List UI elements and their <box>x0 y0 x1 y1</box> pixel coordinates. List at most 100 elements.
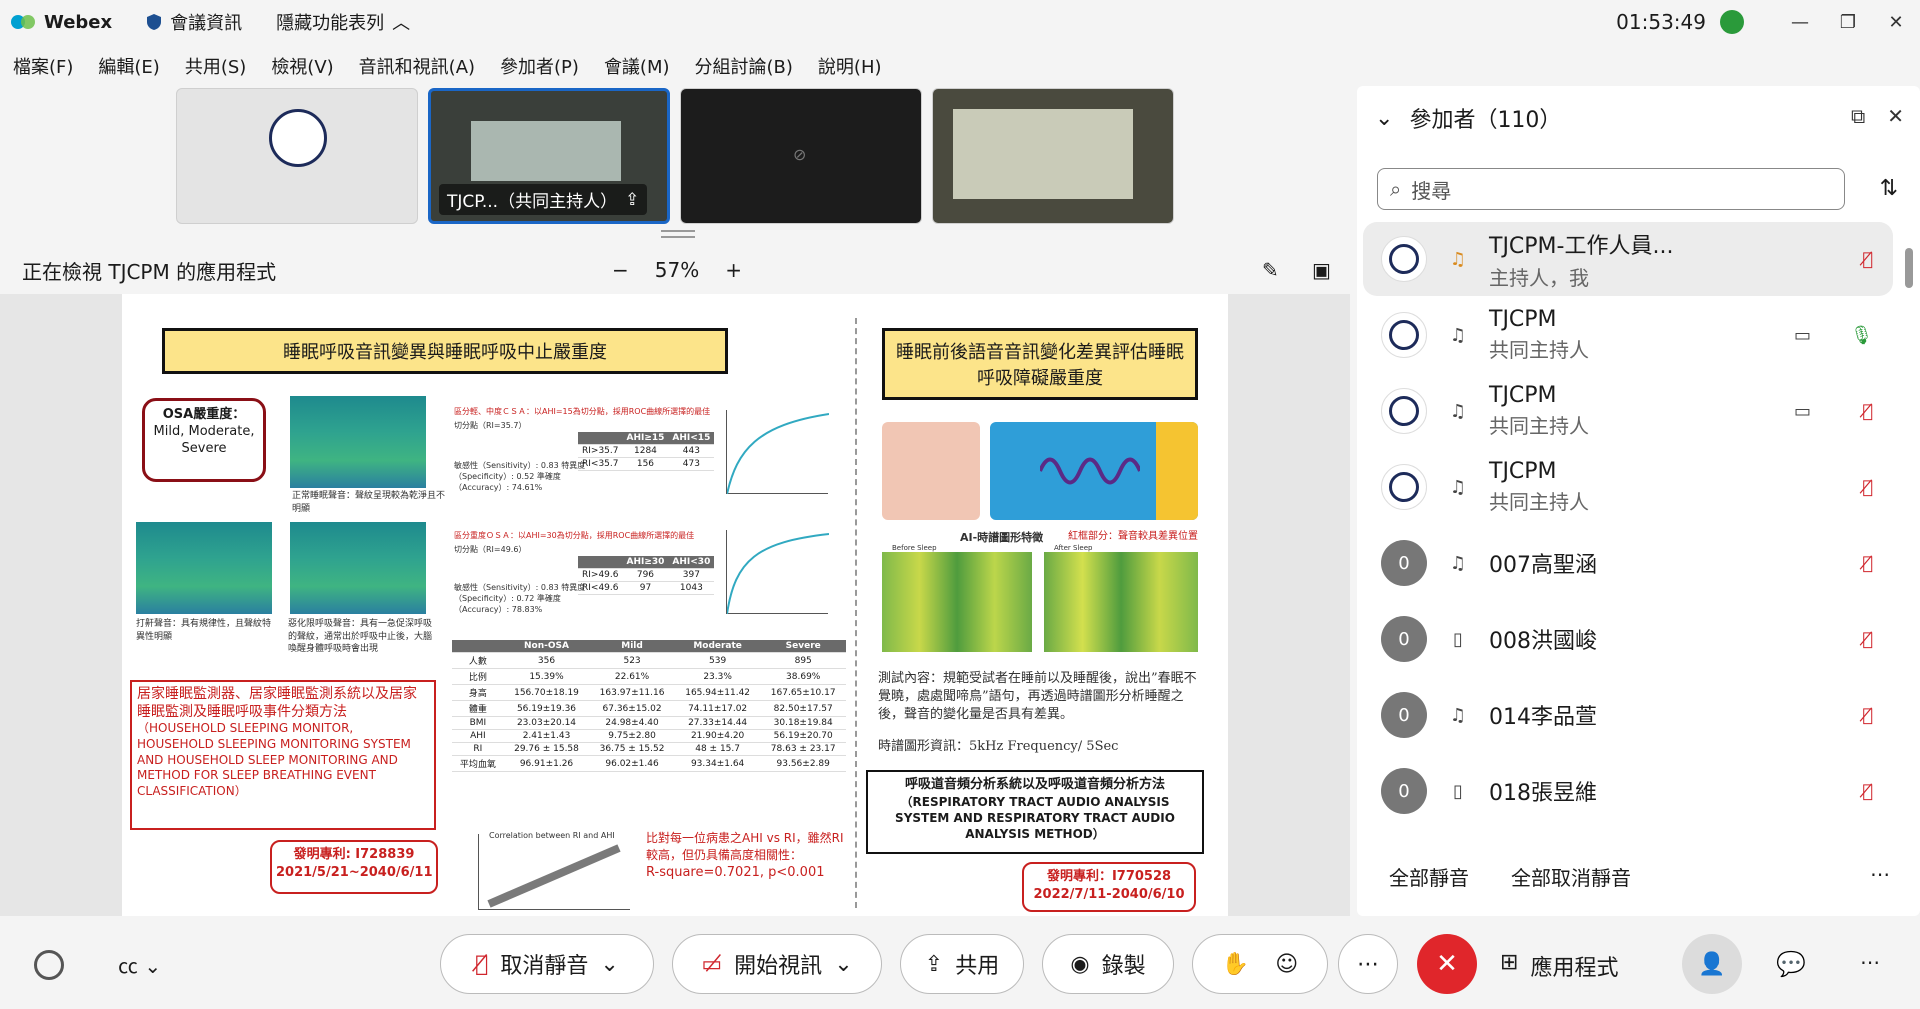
headset-icon: ♫ <box>1449 248 1467 270</box>
minimize-button[interactable]: — <box>1776 0 1824 44</box>
mic-muted-icon[interactable]: 🎙̸ <box>1862 705 1873 726</box>
menu-breakout[interactable]: 分組討論(B) <box>695 53 793 79</box>
patent-2-date: 2022/7/11-2040/6/10 <box>1033 887 1185 903</box>
meeting-info-button[interactable]: 會議資訊 <box>146 9 242 35</box>
menu-file[interactable]: 檔案(F) <box>13 53 73 79</box>
avatar <box>1381 388 1427 434</box>
more-options-icon[interactable]: ⋯ <box>1860 950 1880 974</box>
reaction-icon[interactable]: ☺ <box>1275 952 1298 977</box>
table-cell: 165.94±11.42 <box>674 684 761 701</box>
record-button[interactable]: ◉ 錄製 <box>1042 934 1174 994</box>
menu-share[interactable]: 共用(S) <box>185 53 246 79</box>
maximize-button[interactable]: ❐ <box>1824 0 1872 44</box>
participant-row[interactable]: ♫ TJCPM-工作人員... 主持人，我 🎙̸ <box>1363 222 1893 296</box>
participant-row[interactable]: 0 ♫ 014李品萱 🎙̸ <box>1363 678 1893 752</box>
table-cell: 24.98±4.40 <box>589 716 675 730</box>
participant-role: 共同主持人 <box>1489 338 1589 362</box>
mic-muted-icon[interactable]: 🎙̸ <box>1862 249 1873 270</box>
participant-row[interactable]: ♫ TJCPM 共同主持人 🎙̸ <box>1363 450 1893 524</box>
scroll-thumb[interactable] <box>1905 248 1913 288</box>
phone-icon: ▯ <box>1453 780 1463 802</box>
avatar: 0 <box>1381 616 1427 662</box>
osa-box: OSA嚴重度： Mild, Moderate, Severe <box>142 398 266 482</box>
share-button[interactable]: ⇪ 共用 <box>900 934 1024 994</box>
remote-control-icon[interactable]: ▣ <box>1312 258 1331 282</box>
table-row: RI 29.76 ± 15.58 36.75 ± 15.52 48 ± 15.7 78.… <box>452 742 846 756</box>
mic-muted-icon[interactable]: 🎙̸ <box>1862 781 1873 802</box>
apps-icon: ⊞ <box>1500 950 1519 975</box>
mic-muted-icon[interactable]: 🎙̸ <box>1862 477 1873 498</box>
mic-muted-icon[interactable]: 🎙̸ <box>1862 629 1873 650</box>
video-thumbnail-cohost[interactable]: TJCP...（共同主持人） ⇪ <box>428 88 670 224</box>
table-cell: BMI <box>452 716 504 730</box>
spectro-info: 時譜圖形資訊：5kHz Frequency/ 5Sec <box>878 739 1119 754</box>
start-video-button[interactable]: ▭̸ 開始視訊 ⌄ <box>672 934 882 994</box>
table-cell: 38.69% <box>760 668 846 685</box>
search-input[interactable]: ⌕ 搜尋 <box>1377 168 1845 210</box>
chevron-down-icon[interactable]: ⌄ <box>600 952 618 977</box>
chat-icon[interactable]: 💬 <box>1776 950 1806 978</box>
participant-row[interactable]: 0 ♫ 007高聖涵 🎙̸ <box>1363 526 1893 600</box>
unmute-all-button[interactable]: 全部取消靜音 <box>1511 862 1631 891</box>
video-thumbnail-off[interactable]: ⊘ <box>680 88 922 224</box>
unmute-button[interactable]: 🎙̸ 取消靜音 ⌄ <box>440 934 654 994</box>
table-row: RI<49.6 97 1043 <box>578 581 715 595</box>
table-cell: RI<49.6 <box>578 581 623 595</box>
leave-meeting-button[interactable]: ✕ <box>1417 934 1477 994</box>
close-panel-icon[interactable]: ✕ <box>1887 104 1904 128</box>
collapse-chevron-icon[interactable]: ⌄ <box>1375 106 1393 131</box>
table-row: 身高 156.70±18.19 163.97±11.16 165.94±11.42 16… <box>452 684 846 701</box>
ai-title: AI-時譜圖形特徵 <box>960 531 1044 544</box>
mute-all-button[interactable]: 全部靜音 <box>1389 862 1469 891</box>
invention-cn: 居家睡眠監測器、居家睡眠監測系統以及居家睡眠監測及睡眠呼吸事件分類方法 <box>137 686 417 721</box>
mic-muted-icon[interactable]: 🎙̸ <box>1862 401 1873 422</box>
participant-row[interactable]: 0 ▯ 008洪國峻 🎙̸ <box>1363 602 1893 676</box>
mic-on-icon[interactable]: 🎙 <box>1850 325 1873 346</box>
participants-toggle-button[interactable]: 👤 <box>1682 934 1742 994</box>
captions-icon[interactable]: ㏄ ⌄ <box>118 950 161 979</box>
popout-icon[interactable]: ⧉ <box>1851 104 1865 128</box>
resize-grip[interactable] <box>661 230 695 238</box>
table-cell: 30.18±19.84 <box>760 716 846 730</box>
poster: 睡眠呼吸音訊變異與睡眠呼吸中止嚴重度 睡眠前後語音音訊變化差異評估睡眠呼吸障礙嚴… <box>122 294 1228 916</box>
hide-menu-button[interactable]: 隱藏功能表列 ︿ <box>276 9 410 35</box>
menu-edit[interactable]: 編輯(E) <box>98 53 159 79</box>
video-thumbnail-room[interactable] <box>932 88 1174 224</box>
raise-hand-icon[interactable]: ✋ <box>1222 952 1249 977</box>
close-window-button[interactable]: ✕ <box>1872 0 1920 44</box>
control-bar: ㏄ ⌄ 🎙̸ 取消靜音 ⌄ ▭̸ 開始視訊 ⌄ ⇪ 共用 ◉ 錄製 ✋ ☺ ⋯ … <box>0 920 1920 1009</box>
apps-button[interactable]: ⊞ 應用程式 <box>1500 950 1618 982</box>
participant-row[interactable]: ♫ TJCPM 共同主持人 ▭ 🎙 <box>1363 298 1893 372</box>
table-cell: 523 <box>589 652 675 669</box>
test-content: 測試內容：規範受試者在睡前以及睡醒後，說出”春眠不覺曉，處處聞啼鳥”語句，再透過… <box>878 671 1197 723</box>
cut1-point: 切分點（RI=35.7） <box>454 421 527 430</box>
status-circle-icon[interactable] <box>34 950 64 980</box>
shared-content: 睡眠呼吸音訊變異與睡眠呼吸中止嚴重度 睡眠前後語音音訊變化差異評估睡眠呼吸障礙嚴… <box>0 294 1350 916</box>
normal-caption: 正常睡眠聲音：聲紋呈現較為乾淨且不明顯 <box>292 491 446 514</box>
zoom-out-button[interactable]: − <box>612 258 629 282</box>
chevron-down-icon[interactable]: ⌄ <box>834 952 852 977</box>
more-options-icon[interactable]: ⋯ <box>1870 862 1890 886</box>
more-button[interactable]: ⋯ <box>1338 934 1398 994</box>
menu-audio-video[interactable]: 音訊和視訊(A) <box>359 53 475 79</box>
menu-view[interactable]: 檢視(V) <box>271 53 333 79</box>
participants-header: ⌄ 參加者（110） <box>1375 102 1561 134</box>
reactions-group: ✋ ☺ <box>1192 934 1328 994</box>
sort-icon[interactable]: ⇅ <box>1880 176 1898 201</box>
scrollbar[interactable] <box>1904 222 1914 842</box>
table-cell: 397 <box>668 568 715 582</box>
annotate-icon[interactable]: ✎ <box>1262 258 1279 282</box>
mic-muted-icon[interactable]: 🎙̸ <box>1862 553 1873 574</box>
table-cell: 人數 <box>452 652 504 669</box>
table-cell <box>578 556 623 569</box>
participant-row[interactable]: ♫ TJCPM 共同主持人 ▭ 🎙̸ <box>1363 374 1893 448</box>
contingency-table-1: AHI≥15 AHI<15 RI>35.7 1284 443 RI<35.7 156 473 <box>578 432 715 471</box>
video-thumbnail[interactable] <box>176 88 418 224</box>
participant-row[interactable]: 0 ▯ 018張昱維 🎙̸ <box>1363 754 1893 828</box>
menu-help[interactable]: 說明(H) <box>818 53 882 79</box>
menu-meeting[interactable]: 會議(M) <box>604 53 670 79</box>
roc-chart-2 <box>726 530 830 615</box>
menu-participants[interactable]: 參加者(P) <box>500 53 579 79</box>
zoom-in-button[interactable]: + <box>725 258 742 282</box>
table-cell: 74.11±17.02 <box>674 700 761 717</box>
